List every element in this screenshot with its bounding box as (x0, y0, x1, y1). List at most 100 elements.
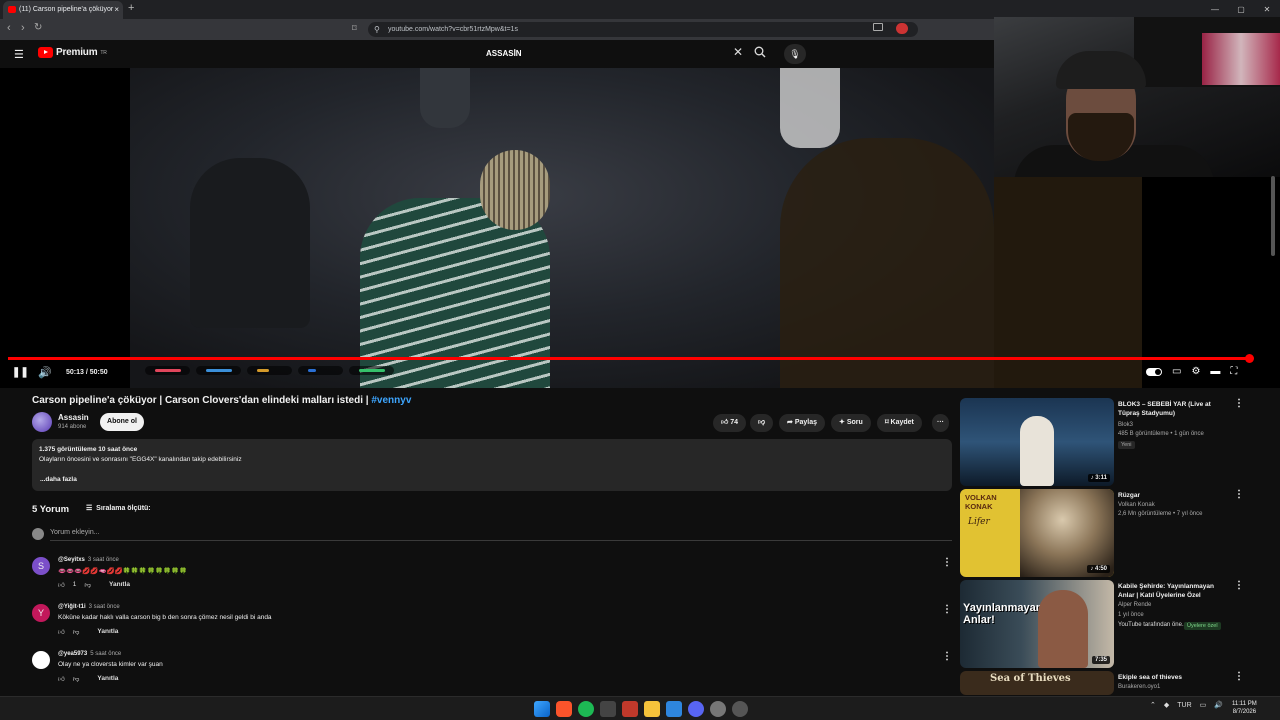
rec-channel[interactable]: Burakeren.oyo1 (1118, 684, 1160, 690)
recommended-video[interactable]: ♪ 3:11 BLOK3 – SEBEBİ YAR (Live at Tüpra… (960, 398, 1250, 486)
video-thumbnail[interactable]: Yayınlanmayan Anlar! 7:35 (960, 580, 1114, 668)
comment-dislike-icon[interactable]: 👎︎ (73, 628, 80, 636)
progress-bar[interactable] (8, 357, 1249, 360)
dislike-button[interactable]: 👎︎ (750, 414, 774, 432)
search-icon[interactable] (754, 46, 766, 61)
browser-tab[interactable]: (11) Carson pipeline'a çöküyor × (3, 1, 123, 19)
start-menu-icon[interactable] (534, 701, 550, 717)
comment-dislike-icon[interactable]: 👎︎ (73, 675, 80, 683)
video-duration: ♪ 3:11 (1087, 474, 1110, 482)
rec-menu-icon[interactable]: ⋮ (1234, 671, 1244, 682)
rec-menu-icon[interactable]: ⋮ (1234, 398, 1244, 409)
cast-icon[interactable] (873, 23, 883, 31)
pause-icon[interactable]: ❚❚ (12, 367, 29, 378)
commenter-avatar[interactable]: Y (32, 604, 50, 622)
hashtag-link[interactable]: #vennyv (371, 395, 411, 406)
url-field[interactable]: ⚲ youtube.com/watch?v=cbr51rtzMpw&t=1s (368, 22, 918, 37)
add-comment-input[interactable]: Yorum ekleyin... (50, 529, 100, 536)
youtube-logo[interactable]: Premium TR (38, 47, 107, 58)
commenter-avatar[interactable] (32, 651, 50, 669)
file-explorer-icon[interactable] (644, 701, 660, 717)
save-button[interactable]: ⌑ Kaydet (877, 414, 922, 432)
autoplay-toggle[interactable] (1146, 368, 1162, 376)
hamburger-menu-icon[interactable]: ☰ (14, 48, 24, 61)
video-player[interactable]: ❚❚ 🔊 50:13 / 50:50 (0, 68, 994, 388)
settings-gear-icon[interactable]: ⚙ (1191, 366, 1200, 377)
video-thumbnail[interactable]: Sea of Thieves (960, 671, 1114, 695)
new-tab-button[interactable]: + (128, 2, 134, 14)
clear-search-icon[interactable]: ✕ (733, 45, 743, 59)
subtitles-icon[interactable]: ▭ (1172, 366, 1181, 377)
sort-comments-button[interactable]: ☰ Sıralama ölçütü: (86, 504, 151, 512)
keyboard-language[interactable]: TUR (1177, 702, 1191, 709)
rec-channel[interactable]: Alper Rende (1118, 602, 1151, 608)
reload-icon[interactable]: ↻ (34, 22, 42, 33)
comment-actions: 👍︎ 👎︎ Yanıtla (58, 628, 118, 636)
tray-chevron-icon[interactable]: ⌃ (1150, 701, 1156, 709)
tab-close-icon[interactable]: × (114, 1, 119, 19)
description-box[interactable]: 1.375 görüntüleme 10 saat önce Olayların… (32, 439, 952, 491)
network-icon[interactable]: ▭ (1200, 701, 1207, 709)
progress-scrubber-handle[interactable] (1245, 354, 1254, 363)
extension-icon[interactable] (896, 23, 908, 34)
speaker-icon[interactable]: 🔊 (1214, 701, 1223, 709)
comment-text: Olay ne ya cloversta kimler var şuan (58, 661, 163, 668)
channel-name[interactable]: Assasin (58, 413, 89, 422)
app-icon[interactable] (622, 701, 638, 717)
recommended-video[interactable]: Yayınlanmayan Anlar! 7:35 Kabile Şehirde… (960, 580, 1250, 668)
comment-author[interactable]: @Seyitxs 3 saat önce (58, 557, 119, 563)
comment-author[interactable]: @yea5973 5 saat önce (58, 651, 121, 657)
members-only-badge: Üyelere özel (1184, 622, 1221, 630)
reply-button[interactable]: Yanıtla (97, 628, 118, 636)
comment-text: 👄👄👄💋💋🫦💋💋🍀🍀🍀🍀🍀🍀🍀🍀 (58, 568, 188, 575)
recommended-video[interactable]: Sea of Thieves Ekiple sea of thieves Bur… (960, 671, 1250, 695)
reply-button[interactable]: Yanıtla (97, 675, 118, 683)
more-actions-button[interactable]: ··· (932, 414, 949, 432)
app-icon[interactable] (666, 701, 682, 717)
comment-author[interactable]: @Yiğit-t1i 3 saat önce (58, 604, 120, 610)
brave-browser-icon[interactable] (556, 701, 572, 717)
recommended-video[interactable]: VOLKAN KONAK Lifer ♪ 4:50 Rüzgar Volkan … (960, 489, 1250, 577)
video-thumbnail[interactable]: ♪ 3:11 (960, 398, 1114, 486)
share-button[interactable]: ➦ Paylaş (779, 414, 826, 432)
video-thumbnail[interactable]: VOLKAN KONAK Lifer ♪ 4:50 (960, 489, 1114, 577)
bookmark-icon[interactable]: ⌑ (352, 23, 357, 34)
settings-icon[interactable] (710, 701, 726, 717)
comment-menu-icon[interactable]: ⋮ (942, 604, 952, 615)
app-icon[interactable] (732, 701, 748, 717)
comment-like-icon[interactable]: 👍︎ (58, 581, 65, 589)
comment-dislike-icon[interactable]: 👎︎ (84, 581, 91, 589)
rec-channel[interactable]: Volkan Konak (1118, 502, 1155, 508)
video-figure-braids (480, 150, 550, 230)
tray-app-icon[interactable]: ◆ (1164, 701, 1169, 709)
back-arrow-icon[interactable]: ‹ (7, 22, 11, 34)
voice-search-mic-icon[interactable]: 🎙 (784, 44, 806, 64)
channel-avatar[interactable] (32, 412, 52, 432)
comment-like-icon[interactable]: 👍︎ (58, 675, 65, 683)
rec-menu-icon[interactable]: ⋮ (1234, 489, 1244, 500)
comment-author-name: @Yiğit-t1i (58, 604, 86, 610)
system-clock[interactable]: 11:11 PM 8/7/2026 (1232, 700, 1257, 716)
show-more-link[interactable]: ...daha fazla (40, 475, 77, 485)
like-button[interactable]: 👍︎ 74 (713, 414, 747, 432)
discord-icon[interactable] (688, 701, 704, 717)
rec-menu-icon[interactable]: ⋮ (1234, 580, 1244, 591)
reply-button[interactable]: Yanıtla (109, 581, 130, 589)
page-scrollbar[interactable] (1271, 176, 1275, 256)
comment-menu-icon[interactable]: ⋮ (942, 651, 952, 662)
volume-icon[interactable]: 🔊 (38, 366, 52, 379)
theater-mode-icon[interactable]: ▬ (1210, 366, 1220, 377)
site-info-icon[interactable]: ⚲ (374, 22, 380, 37)
commenter-avatar[interactable]: S (32, 557, 50, 575)
comment-like-icon[interactable]: 👍︎ (58, 628, 65, 636)
fullscreen-icon[interactable]: ⛶ (1230, 366, 1237, 377)
comment-menu-icon[interactable]: ⋮ (942, 557, 952, 568)
obs-icon[interactable] (600, 701, 616, 717)
rec-channel[interactable]: Blok3 (1118, 422, 1133, 428)
spotify-icon[interactable] (578, 701, 594, 717)
forward-arrow-icon[interactable]: › (21, 22, 25, 34)
description-text: Olayların öncesini ve sonrasını "EGG4X" … (39, 456, 242, 463)
comment-time: 5 saat önce (90, 651, 122, 657)
ask-button[interactable]: ✦ Soru (831, 414, 871, 432)
subscribe-button[interactable]: Abone ol (100, 413, 144, 431)
